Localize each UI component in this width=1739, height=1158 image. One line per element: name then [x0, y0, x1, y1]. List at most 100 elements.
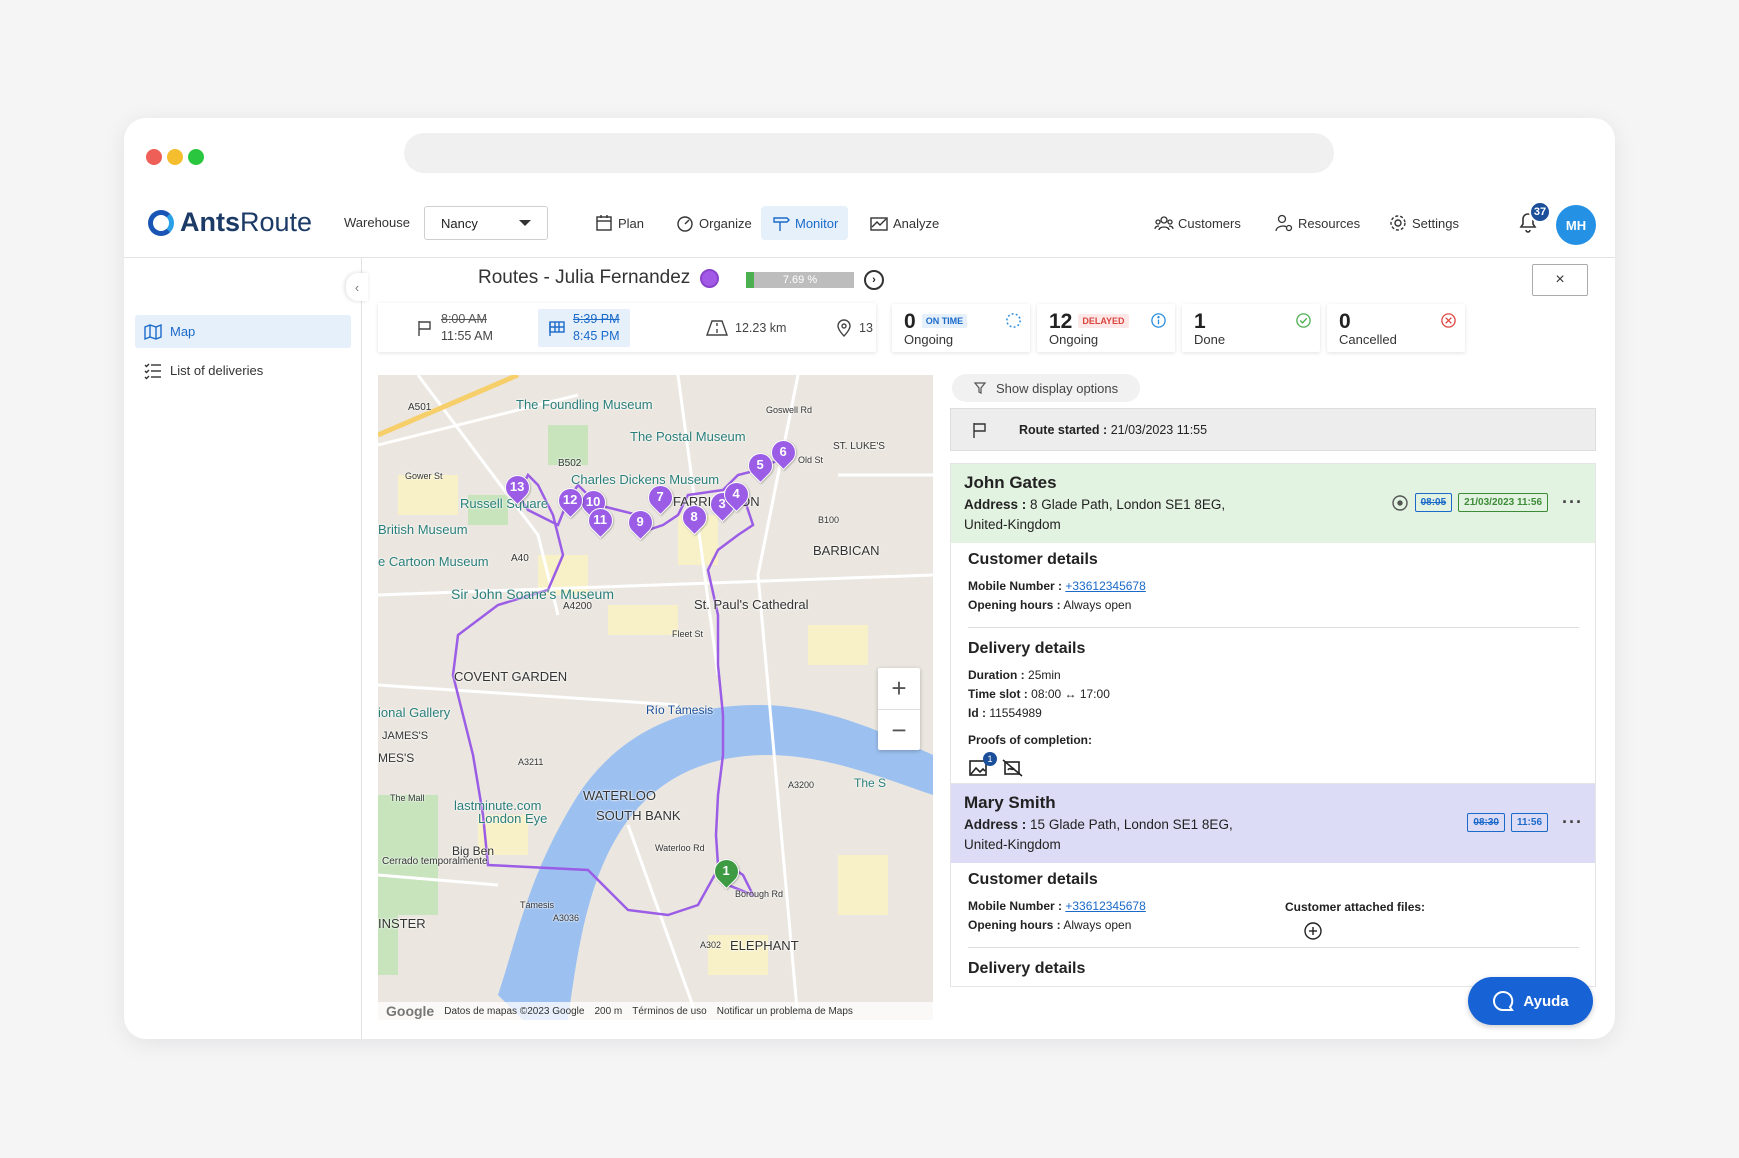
map-label: A302	[700, 940, 722, 950]
address-label: Address :	[964, 497, 1027, 512]
add-file-icon[interactable]	[1303, 921, 1323, 941]
avatar[interactable]: MH	[1556, 205, 1596, 245]
map-zoom-control: + −	[878, 668, 920, 750]
hours-label: Opening hours :	[968, 918, 1061, 932]
signature-disabled-icon[interactable]	[1002, 758, 1024, 778]
card-number: 0	[1339, 310, 1351, 333]
chart-icon	[870, 217, 888, 231]
next-route-button[interactable]: ›	[864, 270, 884, 290]
map-label: ional Gallery	[378, 705, 451, 720]
map-label: Goswell Rd	[766, 405, 813, 415]
map-label: British Museum	[378, 522, 468, 537]
mobile-label: Mobile Number :	[968, 579, 1063, 593]
gear-icon	[1390, 215, 1406, 231]
section-title: Customer details	[968, 871, 1098, 888]
logo-bold: Ants	[180, 207, 240, 237]
map-label: ST. LUKE'S	[833, 441, 885, 452]
minimize-window-dot[interactable]	[167, 149, 183, 165]
status-badge: DELAYED	[1078, 314, 1129, 328]
warehouse-select[interactable]: Nancy	[424, 206, 548, 240]
end-actual: 8:45 PM	[573, 329, 620, 343]
top-navbar: AntsRoute Warehouse Nancy Plan Organize …	[124, 190, 1615, 258]
show-display-options-button[interactable]: Show display options	[952, 374, 1141, 402]
loading-icon	[1006, 313, 1021, 328]
route-header: Routes - Julia Fernandez	[478, 267, 720, 289]
map-label: JAMES'S	[382, 730, 429, 742]
gauge-icon	[677, 216, 693, 232]
url-bar[interactable]	[404, 133, 1334, 173]
logo-icon	[148, 209, 174, 236]
card-ongoing-delayed[interactable]: 12 DELAYED Ongoing	[1037, 304, 1175, 352]
calendar-icon	[596, 215, 612, 231]
display-options-label: Show display options	[996, 380, 1119, 396]
route-map[interactable]: The Foundling Museum The Postal Museum Cha…	[378, 375, 933, 1020]
slot-value: 08:00 ↔ 17:00	[1031, 687, 1110, 701]
hours-value: Always open	[1063, 598, 1132, 612]
map-label: Old St	[798, 455, 824, 465]
nav-label: Customers	[1178, 215, 1241, 231]
nav-resources[interactable]: Resources	[1264, 206, 1370, 240]
deliveries-list: Route started : 21/03/2023 11:55 John Ga…	[950, 408, 1596, 1039]
nav-analyze[interactable]: Analyze	[859, 206, 949, 240]
logo-light: Route	[240, 207, 313, 237]
route-stops: 13	[859, 320, 873, 335]
card-cancelled[interactable]: 0 Cancelled	[1327, 304, 1465, 352]
card-done[interactable]: 1 Done	[1182, 304, 1320, 352]
map-label: The S	[854, 776, 887, 790]
nav-settings[interactable]: Settings	[1378, 206, 1469, 240]
duration-value: 25min	[1028, 668, 1061, 682]
map-icon	[144, 323, 162, 340]
mobile-label: Mobile Number :	[968, 899, 1063, 913]
nav-label: Analyze	[893, 215, 940, 231]
more-options-icon[interactable]: ···	[1562, 812, 1583, 833]
check-circle-icon	[1296, 313, 1311, 328]
map-report-link[interactable]: Notificar un problema de Maps	[717, 1006, 853, 1017]
road-icon	[706, 319, 728, 336]
mobile-link[interactable]: +33612345678	[1065, 579, 1145, 593]
map-label: WATERLOO	[583, 788, 656, 803]
route-stats-bar: 8:00 AM 11:55 AM 5:39 PM 8:45 PM 12.23 km …	[378, 303, 876, 352]
route-start-stat: 8:00 AM 11:55 AM	[416, 303, 493, 352]
map-data-credit: Datos de mapas ©2023 Google	[444, 1005, 585, 1017]
section-title: Delivery details	[968, 960, 1086, 977]
delivery-header: Mary Smith Address : 15 Glade Path, Lond…	[951, 784, 1595, 863]
delivery-header: John Gates Address : 8 Glade Path, Londo…	[951, 464, 1595, 543]
sidebar-item-map[interactable]: Map	[135, 315, 351, 348]
mobile-link[interactable]: +33612345678	[1065, 899, 1145, 913]
card-label: Done	[1194, 332, 1226, 347]
nav-organize[interactable]: Organize	[665, 206, 762, 240]
help-button[interactable]: Ayuda	[1468, 977, 1593, 1025]
delivery-card[interactable]: Mary Smith Address : 15 Glade Path, Lond…	[950, 783, 1596, 987]
route-title: Routes - Julia Fernandez	[478, 267, 691, 288]
address-line2: United-Kingdom	[964, 517, 1061, 532]
proofs-label: Proofs of completion:	[968, 733, 1092, 747]
map-label: Sir John Soane's Museum	[451, 586, 614, 602]
delivery-card[interactable]: John Gates Address : 8 Glade Path, Londo…	[950, 463, 1596, 793]
card-label: Ongoing	[1049, 332, 1099, 347]
id-label: Id :	[968, 706, 986, 720]
route-color-dot	[700, 268, 720, 288]
resource-gear-icon	[1275, 214, 1293, 232]
zoom-in-button[interactable]: +	[878, 668, 920, 709]
map-label: A4200	[563, 601, 592, 612]
map-label: A501	[408, 402, 432, 413]
close-route-button[interactable]: ×	[1532, 264, 1588, 296]
nav-plan[interactable]: Plan	[584, 206, 654, 240]
sidebar-item-list[interactable]: List of deliveries	[135, 354, 351, 387]
map-terms-link[interactable]: Términos de uso	[632, 1006, 706, 1017]
map-label: B100	[818, 515, 840, 525]
close-window-dot[interactable]	[146, 149, 162, 165]
maximize-window-dot[interactable]	[188, 149, 204, 165]
route-end-stat: 5:39 PM 8:45 PM	[538, 309, 630, 347]
map-label: Río Támesis	[646, 703, 714, 717]
card-ongoing-on-time[interactable]: 0 ON TIME Ongoing	[892, 304, 1030, 352]
nav-monitor[interactable]: Monitor	[761, 206, 849, 240]
address-line2: United-Kingdom	[964, 837, 1061, 852]
more-options-icon[interactable]: ···	[1562, 492, 1583, 513]
app-logo[interactable]: AntsRoute	[148, 207, 312, 238]
zoom-out-button[interactable]: −	[878, 709, 920, 750]
nav-customers[interactable]: Customers	[1144, 206, 1251, 240]
flag-icon	[973, 422, 986, 438]
section-title: Delivery details	[968, 640, 1086, 657]
map-label: The Mall	[390, 793, 425, 803]
